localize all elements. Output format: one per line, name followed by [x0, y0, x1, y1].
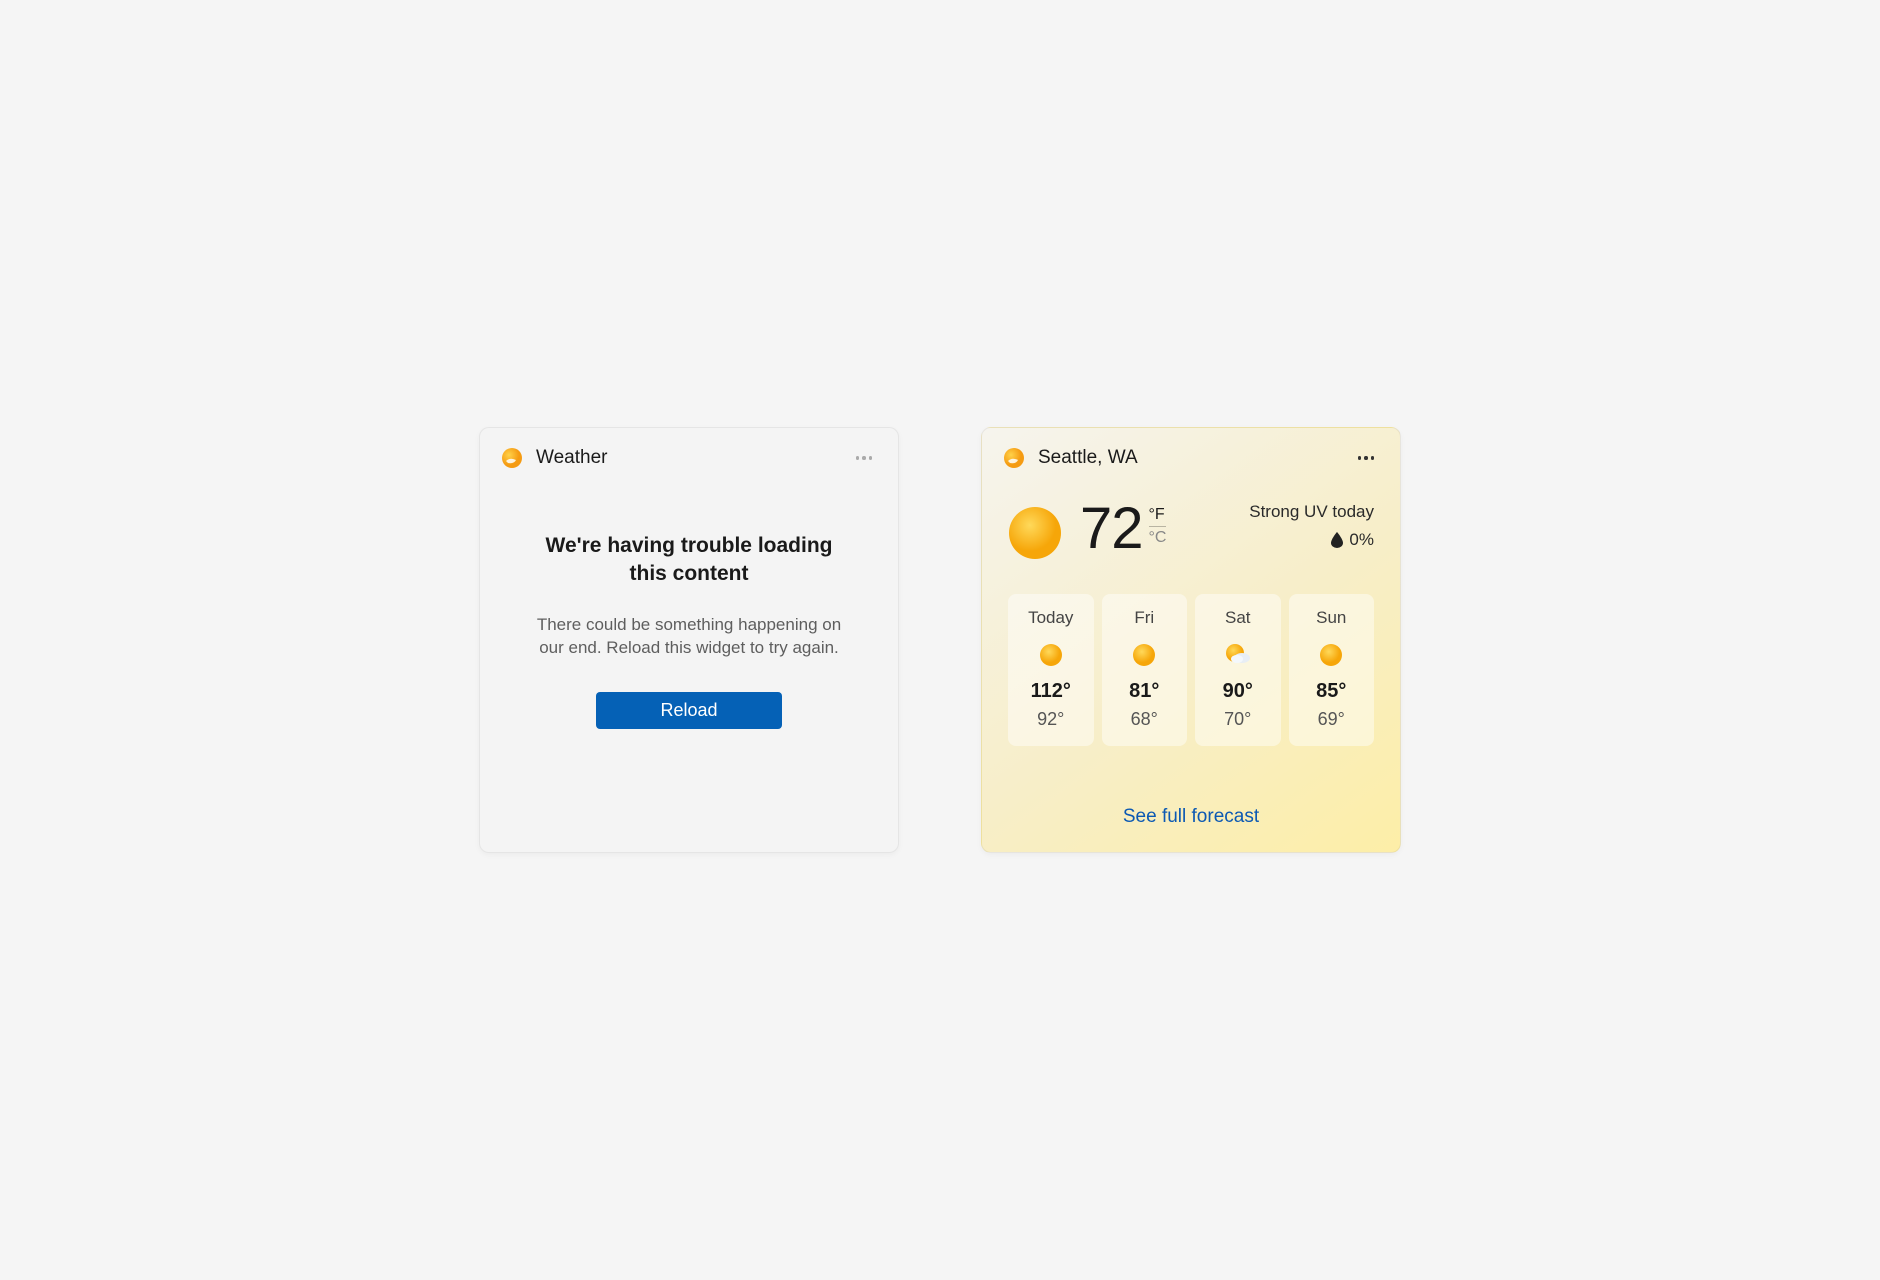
forecast-high: 81°: [1129, 680, 1159, 703]
forecast-low: 69°: [1318, 709, 1345, 730]
precipitation-value: 0%: [1349, 530, 1374, 550]
error-body: We're having trouble loading this conten…: [480, 480, 898, 852]
sun-icon: [1038, 642, 1064, 668]
sun-icon: [1318, 642, 1344, 668]
forecast-row: Today 112° 92° Fri 81° 68° Sat 90° 70° S…: [1008, 594, 1374, 746]
forecast-low: 92°: [1037, 709, 1064, 730]
weather-app-icon: [500, 446, 524, 470]
more-options-button[interactable]: [1352, 448, 1380, 468]
droplet-icon: [1331, 532, 1343, 548]
more-options-button[interactable]: [850, 448, 878, 468]
forecast-low: 70°: [1224, 709, 1251, 730]
forecast-day[interactable]: Today 112° 92°: [1008, 594, 1094, 746]
current-extra-info: Strong UV today 0%: [1249, 500, 1374, 550]
sun-icon: [1008, 506, 1062, 560]
error-heading: We're having trouble loading this conten…: [539, 532, 839, 589]
precipitation-row: 0%: [1249, 530, 1374, 550]
unit-toggle[interactable]: °F °C: [1149, 506, 1167, 547]
error-message: There could be something happening on ou…: [529, 613, 849, 661]
forecast-high: 90°: [1223, 680, 1253, 703]
forecast-low: 68°: [1131, 709, 1158, 730]
weather-widget-error: Weather We're having trouble loading thi…: [479, 427, 899, 853]
card-header: Weather: [480, 428, 898, 480]
card-title: Weather: [536, 447, 850, 469]
current-temperature: 72: [1080, 500, 1143, 558]
forecast-day-label: Sat: [1225, 608, 1251, 628]
forecast-day[interactable]: Sat 90° 70°: [1195, 594, 1281, 746]
more-icon: [1358, 456, 1375, 460]
location-title: Seattle, WA: [1038, 447, 1352, 469]
current-conditions: 72 °F °C Strong UV today 0%: [1008, 488, 1374, 578]
card-header: Seattle, WA: [982, 428, 1400, 480]
reload-button[interactable]: Reload: [596, 692, 781, 729]
forecast-day[interactable]: Sun 85° 69°: [1289, 594, 1375, 746]
temperature-block: 72 °F °C: [1080, 500, 1166, 558]
forecast-high: 85°: [1316, 680, 1346, 703]
forecast-day-label: Today: [1028, 608, 1073, 628]
weather-app-icon: [1002, 446, 1026, 470]
sun-icon: [1131, 642, 1157, 668]
unit-celsius[interactable]: °C: [1149, 527, 1167, 547]
partly-cloudy-icon: [1225, 642, 1251, 668]
more-icon: [856, 456, 873, 460]
forecast-day-label: Sun: [1316, 608, 1346, 628]
forecast-high: 112°: [1031, 680, 1071, 703]
forecast-day[interactable]: Fri 81° 68°: [1102, 594, 1188, 746]
weather-widget: Seattle, WA 72 °F: [981, 427, 1401, 853]
unit-fahrenheit[interactable]: °F: [1149, 506, 1167, 527]
forecast-day-label: Fri: [1134, 608, 1154, 628]
see-full-forecast-link[interactable]: See full forecast: [1008, 784, 1374, 852]
uv-warning: Strong UV today: [1249, 502, 1374, 522]
